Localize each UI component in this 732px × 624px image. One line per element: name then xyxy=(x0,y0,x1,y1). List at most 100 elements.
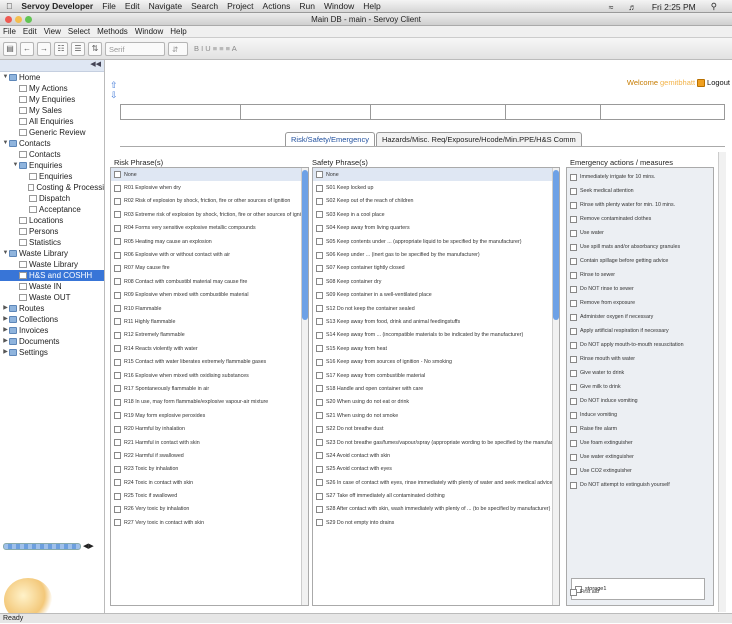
sidebar-item-all-enquiries[interactable]: All Enquiries xyxy=(0,116,104,127)
emergency-item[interactable]: Do NOT apply mouth-to-mouth resuscitatio… xyxy=(570,338,710,352)
safety-phrase-checkbox[interactable] xyxy=(316,452,323,460)
expand-arrows-icon[interactable]: ◀▶ xyxy=(83,542,94,550)
safety-phrase-checkbox[interactable] xyxy=(316,171,323,179)
safety-phrase-checkbox[interactable] xyxy=(316,291,323,299)
sidebar-item-h-s-and-coshh[interactable]: H&S and COSHH xyxy=(0,270,104,281)
safety-phrase-item[interactable]: S16 Keep away from sources of ignition -… xyxy=(313,355,559,368)
safety-phrase-item[interactable]: S18 Handle and open container with care xyxy=(313,382,559,395)
risk-phrase-item[interactable]: R08 Contact with combustibl material may… xyxy=(111,275,308,288)
risk-phrase-item[interactable]: R27 Very toxic in contact with skin xyxy=(111,516,308,529)
safety-phrase-item[interactable]: S15 Keep away from heat xyxy=(313,342,559,355)
risk-phrase-checkbox[interactable] xyxy=(114,251,121,259)
sidebar-item-contacts[interactable]: ▼ Contacts xyxy=(0,138,104,149)
collapsed-triangle-icon[interactable]: ▶ xyxy=(2,325,9,336)
record-field-4[interactable] xyxy=(506,105,601,119)
menu-select[interactable]: Select xyxy=(68,27,90,36)
emergency-item[interactable]: Use CO2 extinguisher xyxy=(570,464,710,478)
risk-phrase-item[interactable]: R20 Harmful by inhalation xyxy=(111,422,308,435)
emergency-checkbox[interactable] xyxy=(570,271,577,279)
first-aid-row[interactable]: First aid xyxy=(570,585,599,599)
risk-phrase-checkbox[interactable] xyxy=(114,291,121,299)
font-size-select[interactable]: ⇵ xyxy=(168,41,188,56)
emergency-checkbox[interactable] xyxy=(570,243,577,251)
safety-phrase-scrollbar[interactable] xyxy=(552,168,559,605)
zoom-window-icon[interactable] xyxy=(25,16,32,23)
risk-phrase-checkbox[interactable] xyxy=(114,211,121,219)
forward-icon[interactable]: → xyxy=(37,41,51,56)
risk-phrase-item[interactable]: None xyxy=(111,168,308,182)
emergency-checkbox[interactable] xyxy=(570,285,577,293)
expanded-triangle-icon[interactable]: ▼ xyxy=(12,160,19,171)
font-select[interactable]: Serif xyxy=(105,41,165,56)
sidebar-item-waste-library[interactable]: Waste Library xyxy=(0,259,104,270)
emergency-checkbox[interactable] xyxy=(570,397,577,405)
risk-phrase-item[interactable]: R17 Spontaneously flammable in air xyxy=(111,382,308,395)
risk-phrase-item[interactable]: R03 Extreme risk of explosion by shock, … xyxy=(111,208,308,221)
down-arrow-icon[interactable]: ⇩ xyxy=(110,90,118,100)
risk-phrase-checkbox[interactable] xyxy=(114,492,121,500)
risk-phrase-item[interactable]: R04 Forms very sensitive explosive metal… xyxy=(111,222,308,235)
emergency-item[interactable]: Use water xyxy=(570,226,710,240)
safety-phrase-item[interactable]: S06 Keep under ... (inert gas to be spec… xyxy=(313,248,559,261)
sidebar-item-my-enquiries[interactable]: My Enquiries xyxy=(0,94,104,105)
safety-phrase-item[interactable]: None xyxy=(313,168,559,182)
sidebar-resize-bar[interactable] xyxy=(3,542,81,550)
risk-phrase-item[interactable]: R23 Toxic by inhalation xyxy=(111,463,308,476)
emergency-checkbox[interactable] xyxy=(570,215,577,223)
emergency-checkbox[interactable] xyxy=(570,187,577,195)
emergency-item[interactable]: Seek medical attention xyxy=(570,184,710,198)
collapsed-triangle-icon[interactable]: ▶ xyxy=(2,336,9,347)
safety-phrase-item[interactable]: S21 When using do not smoke xyxy=(313,409,559,422)
risk-phrase-checkbox[interactable] xyxy=(114,465,121,473)
app-name[interactable]: Servoy Developer xyxy=(21,1,93,11)
emergency-checkbox[interactable] xyxy=(570,369,577,377)
risk-phrase-item[interactable]: R05 Heating may cause an explosion xyxy=(111,235,308,248)
risk-phrase-checkbox[interactable] xyxy=(114,318,121,326)
safety-phrase-checkbox[interactable] xyxy=(316,345,323,353)
emergency-checkbox[interactable] xyxy=(570,299,577,307)
emergency-item[interactable]: Rinse to sewer xyxy=(570,268,710,282)
safety-phrase-checkbox[interactable] xyxy=(316,412,323,420)
safety-phrase-item[interactable]: S13 Keep away from food, drink and anima… xyxy=(313,315,559,328)
risk-phrase-item[interactable]: R15 Contact with water liberates extreme… xyxy=(111,355,308,368)
emergency-checkbox[interactable] xyxy=(570,173,577,181)
emergency-checkbox[interactable] xyxy=(570,341,577,349)
new-icon[interactable]: ▤ xyxy=(3,41,17,56)
emergency-item[interactable]: Give milk to drink xyxy=(570,380,710,394)
risk-phrase-item[interactable]: R02 Risk of explosion by shock, friction… xyxy=(111,195,308,208)
safety-phrase-checkbox[interactable] xyxy=(316,479,323,487)
sidebar-item-dispatch[interactable]: Dispatch xyxy=(0,193,104,204)
sidebar-item-persons[interactable]: Persons xyxy=(0,226,104,237)
format-buttons[interactable]: B I U ≡ ≡ ≡ A xyxy=(191,42,275,56)
expanded-triangle-icon[interactable]: ▼ xyxy=(2,138,9,149)
expanded-triangle-icon[interactable]: ▼ xyxy=(2,72,9,83)
safety-phrase-checkbox[interactable] xyxy=(316,305,323,313)
safety-phrase-item[interactable]: S14 Keep away from ... (incompatible mat… xyxy=(313,329,559,342)
safety-phrase-checkbox[interactable] xyxy=(316,318,323,326)
safety-phrase-checkbox[interactable] xyxy=(316,465,323,473)
safety-phrase-item[interactable]: S05 Keep contents under ... (appropriate… xyxy=(313,235,559,248)
safety-phrase-item[interactable]: S08 Keep container dry xyxy=(313,275,559,288)
risk-phrase-checkbox[interactable] xyxy=(114,372,121,380)
risk-phrase-item[interactable]: R26 Very toxic by inhalation xyxy=(111,503,308,516)
emergency-checkbox[interactable] xyxy=(570,327,577,335)
risk-phrase-checkbox[interactable] xyxy=(114,425,121,433)
risk-phrase-checkbox[interactable] xyxy=(114,385,121,393)
risk-phrase-checkbox[interactable] xyxy=(114,519,121,527)
emergency-checkbox[interactable] xyxy=(570,425,577,433)
safety-phrase-item[interactable]: S25 Avoid contact with eyes xyxy=(313,463,559,476)
logout-link[interactable]: Logout xyxy=(707,78,730,87)
safety-phrase-checkbox[interactable] xyxy=(316,505,323,513)
safety-phrase-item[interactable]: S26 In case of contact with eyes, rinse … xyxy=(313,476,559,489)
mac-menu-run[interactable]: Run xyxy=(299,1,315,11)
safety-phrase-item[interactable]: S22 Do not breathe dust xyxy=(313,422,559,435)
menu-edit[interactable]: Edit xyxy=(23,27,37,36)
record-field-2[interactable] xyxy=(241,105,371,119)
sidebar-item-locations[interactable]: Locations xyxy=(0,215,104,226)
sidebar-item-waste-library[interactable]: ▼ Waste Library xyxy=(0,248,104,259)
emergency-checkbox[interactable] xyxy=(570,229,577,237)
safety-phrase-checkbox[interactable] xyxy=(316,251,323,259)
volume-icon[interactable]: ♬ xyxy=(628,2,637,12)
record-field-5[interactable] xyxy=(601,105,724,119)
expanded-triangle-icon[interactable]: ▼ xyxy=(2,248,9,259)
